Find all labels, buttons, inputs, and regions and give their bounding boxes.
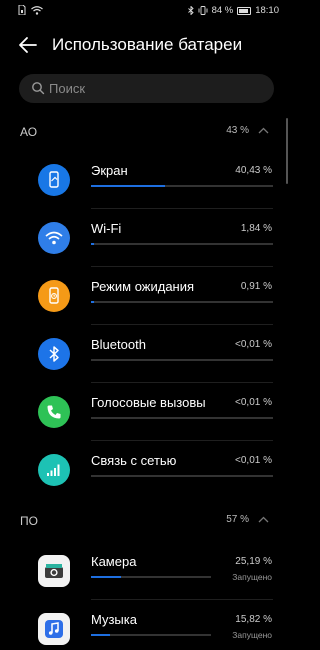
search-icon (32, 82, 45, 95)
usage-bar (91, 185, 273, 187)
standby-icon (38, 280, 70, 312)
item-label: Камера (91, 554, 137, 569)
item-percent: 0,91 % (240, 281, 272, 292)
list-item-standby[interactable]: Режим ожидания 0,91 % (0, 267, 293, 325)
list-item-music[interactable]: Музыка 15,82 % Запущено (0, 600, 293, 650)
wifi-icon (38, 222, 70, 254)
music-app-icon (38, 613, 70, 645)
usage-bar (91, 634, 211, 636)
list-item-wifi[interactable]: Wi-Fi 1,84 % (0, 209, 293, 267)
section-title: ПО (20, 514, 38, 528)
search-placeholder: Поиск (49, 81, 86, 96)
camera-app-icon (38, 555, 70, 587)
header: Использование батареи (0, 30, 293, 60)
usage-bar (91, 576, 211, 578)
item-label: Bluetooth (91, 337, 146, 352)
item-label: Экран (91, 163, 128, 178)
wifi-status-icon (31, 5, 43, 15)
bluetooth-status-icon (187, 6, 194, 15)
list-item-voice-calls[interactable]: Голосовые вызовы <0,01 % (0, 383, 293, 441)
usage-bar (91, 359, 273, 361)
item-percent: <0,01 % (235, 397, 272, 408)
screen-icon (38, 164, 70, 196)
usage-bar-fill (91, 243, 95, 245)
usage-bar (91, 475, 273, 477)
usage-bar (91, 301, 273, 303)
item-label: Связь с сетью (91, 453, 177, 468)
battery-icon (237, 6, 252, 15)
chevron-up-icon[interactable] (258, 516, 269, 523)
item-percent: <0,01 % (235, 339, 272, 350)
list-item-network[interactable]: Связь с сетью <0,01 % (0, 441, 293, 499)
signal-icon (38, 454, 70, 486)
vibrate-icon (198, 6, 208, 15)
usage-bar-fill (91, 634, 110, 636)
item-label: Музыка (91, 612, 137, 627)
sim-icon (18, 5, 26, 15)
section-percent: 43 % (226, 125, 249, 136)
item-label: Wi-Fi (91, 221, 122, 236)
section-hardware[interactable]: АО 43 % (0, 120, 293, 146)
item-label: Голосовые вызовы (91, 395, 206, 410)
page-title: Использование батареи (52, 35, 243, 54)
item-percent: 15,82 % (235, 614, 272, 625)
item-label: Режим ожидания (91, 279, 195, 294)
clock: 18:10 (255, 5, 279, 16)
battery-percent: 84 % (211, 5, 234, 16)
item-status: Запущено (232, 630, 272, 640)
search-input[interactable]: Поиск (19, 74, 274, 103)
section-software[interactable]: ПО 57 % (0, 509, 293, 535)
chevron-up-icon[interactable] (258, 127, 269, 134)
item-percent: 25,19 % (235, 556, 272, 567)
item-status: Запущено (232, 572, 272, 582)
usage-bar (91, 417, 273, 419)
list-item-bluetooth[interactable]: Bluetooth <0,01 % (0, 325, 293, 383)
usage-bar-fill (91, 301, 94, 303)
status-bar: 84 % 18:10 (0, 0, 293, 22)
bluetooth-icon (38, 338, 70, 370)
list-item-camera[interactable]: Камера 25,19 % Запущено (0, 542, 293, 600)
phone-icon (38, 396, 70, 428)
list-item-screen[interactable]: Экран 40,43 % (0, 151, 293, 209)
usage-bar-fill (91, 185, 165, 187)
usage-bar-fill (91, 576, 122, 578)
section-percent: 57 % (226, 514, 249, 525)
item-percent: <0,01 % (235, 455, 272, 466)
section-title: АО (20, 125, 38, 139)
item-percent: 1,84 % (240, 223, 272, 234)
usage-bar (91, 243, 273, 245)
item-percent: 40,43 % (235, 165, 272, 176)
back-arrow-icon[interactable] (18, 35, 38, 55)
